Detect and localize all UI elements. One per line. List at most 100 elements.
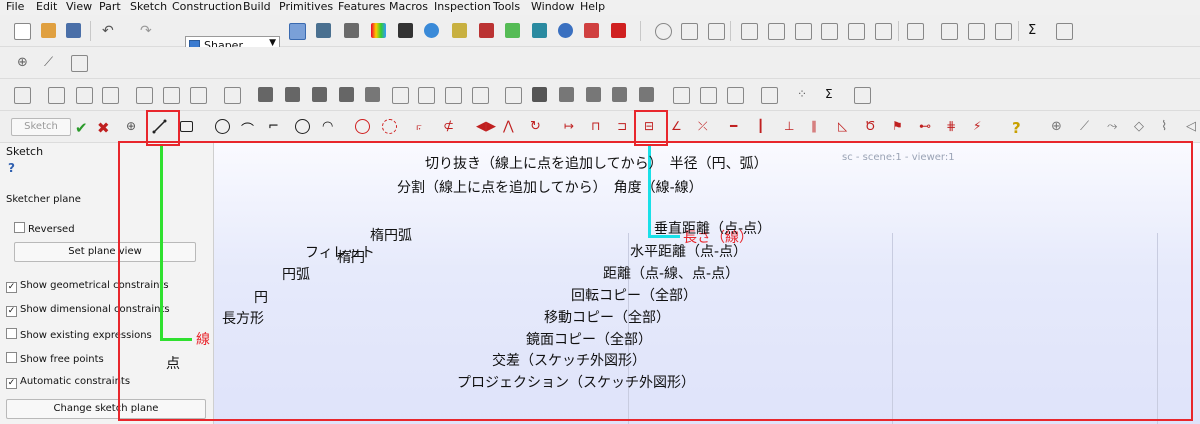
angle-tool-icon[interactable]: ∠ — [671, 119, 686, 134]
link-icon[interactable] — [611, 23, 626, 38]
align-icon[interactable] — [768, 23, 785, 40]
fillet-tool-icon[interactable]: ⌐ — [268, 119, 283, 134]
fix-constraint-icon[interactable]: ⚑ — [892, 119, 907, 134]
save-icon[interactable] — [66, 23, 81, 38]
sew-icon[interactable] — [761, 87, 778, 104]
fillet-solid-icon[interactable] — [224, 87, 241, 104]
gear-part-icon[interactable] — [344, 23, 359, 38]
reversed-checkbox[interactable]: Reversed — [14, 222, 75, 235]
anchor-icon[interactable] — [71, 55, 88, 72]
loft-icon[interactable] — [163, 87, 180, 104]
axis-line-icon[interactable]: ⟋ — [1080, 119, 1095, 134]
sum-icon[interactable]: Σ — [1028, 23, 1043, 38]
face-icon[interactable] — [559, 87, 574, 102]
cube-icon[interactable] — [505, 23, 520, 38]
arc-tool-icon[interactable]: ⌒ — [241, 119, 256, 138]
checkbox-unchecked-icon[interactable] — [6, 328, 17, 339]
array-icon[interactable] — [875, 23, 892, 40]
circle-construction-icon[interactable] — [355, 119, 370, 134]
export-icon[interactable] — [968, 23, 985, 40]
surface-icon[interactable] — [727, 87, 744, 104]
menu-features[interactable]: Features — [338, 0, 385, 14]
target-icon[interactable]: ⊕ — [17, 55, 32, 70]
reversed-checkbox-box[interactable] — [14, 222, 25, 233]
flag-icon[interactable] — [479, 23, 494, 38]
download-icon[interactable] — [995, 23, 1012, 40]
lasso-icon[interactable] — [854, 87, 871, 104]
polyline-icon[interactable]: ◇ — [1134, 119, 1149, 134]
sketch-mode-icon[interactable] — [289, 23, 306, 40]
copy-icon[interactable] — [681, 23, 698, 40]
split-icon[interactable] — [365, 87, 380, 102]
angle-constraint-icon[interactable]: ◺ — [838, 119, 853, 134]
sketch-button[interactable]: Sketch — [11, 118, 71, 136]
vertical-distance-icon[interactable]: ⊐ — [617, 119, 632, 134]
horizontal-constraint-icon[interactable]: ━ — [730, 119, 745, 134]
rotate-copy-tool-icon[interactable]: ↻ — [530, 119, 545, 134]
wire-icon[interactable] — [673, 87, 690, 104]
slice-icon[interactable] — [418, 87, 435, 104]
symmetric-constraint-icon[interactable]: ⚡ — [973, 119, 988, 134]
horizontal-distance-icon[interactable]: ⊓ — [591, 119, 606, 134]
menu-inspection[interactable]: Inspection — [434, 0, 491, 14]
close-icon[interactable]: ✖ — [97, 119, 112, 137]
parallel-constraint-icon[interactable]: ∥ — [811, 119, 826, 134]
help-icon[interactable]: ? — [1012, 119, 1027, 137]
menu-tools[interactable]: Tools — [493, 0, 520, 14]
car-icon[interactable] — [136, 87, 153, 104]
extrude-icon[interactable] — [48, 87, 65, 104]
menu-sketch[interactable]: Sketch — [130, 0, 167, 14]
table-icon[interactable] — [1056, 23, 1073, 40]
boolean-common-icon[interactable] — [312, 87, 327, 102]
dimension-icon[interactable] — [907, 23, 924, 40]
import-icon[interactable] — [941, 23, 958, 40]
open-file-icon[interactable] — [41, 23, 56, 38]
globe-icon[interactable] — [424, 23, 439, 38]
revolve-icon[interactable] — [76, 87, 93, 104]
menu-construction[interactable]: Construction — [172, 0, 242, 14]
spline-icon[interactable]: ⤳ — [1107, 119, 1122, 134]
ellipse-tool-icon[interactable] — [295, 119, 310, 134]
circle-tool-icon[interactable] — [215, 119, 230, 134]
menu-help[interactable]: Help — [580, 0, 605, 14]
blocks-icon[interactable] — [398, 23, 413, 38]
checkbox-checked-icon[interactable]: ✓ — [6, 378, 17, 389]
show-free-points-checkbox[interactable]: Show free points — [6, 352, 104, 365]
intersect-tool-icon[interactable]: ⊄ — [443, 119, 458, 134]
shell2-icon[interactable] — [700, 87, 717, 104]
rectangle-tool-icon[interactable] — [180, 121, 193, 132]
equal-constraint-icon[interactable]: ⋕ — [946, 119, 961, 134]
projection-tool-icon[interactable]: ⟔ — [416, 119, 431, 134]
explode-icon[interactable] — [472, 87, 489, 104]
perpendicular-constraint-icon[interactable]: ⊥ — [784, 119, 799, 134]
rotate-icon[interactable] — [14, 87, 31, 104]
help-question-icon[interactable]: ? — [8, 161, 15, 175]
gear-icon[interactable] — [655, 23, 672, 40]
trash-icon[interactable] — [708, 23, 725, 40]
undo-icon[interactable]: ↶ — [102, 23, 117, 39]
settings-icon[interactable] — [558, 23, 573, 38]
shell-icon[interactable] — [190, 87, 207, 104]
menu-build[interactable]: Build — [243, 0, 271, 14]
elliptic-arc-tool-icon[interactable]: ◠ — [322, 119, 337, 134]
edge-icon[interactable] — [586, 87, 601, 102]
boolean-fuse-icon[interactable] — [339, 87, 354, 102]
tangent-constraint-icon[interactable]: Ծ — [865, 119, 880, 134]
sweep-icon[interactable] — [102, 87, 119, 104]
distance-tool-icon[interactable]: ↦ — [564, 119, 579, 134]
scroll-icon[interactable] — [452, 23, 467, 38]
boolean-cut-icon[interactable] — [285, 87, 300, 102]
compound-icon[interactable] — [445, 87, 462, 104]
automatic-constraints-checkbox[interactable]: ✓ Automatic constraints — [6, 376, 130, 389]
solid-icon[interactable] — [639, 87, 654, 102]
checkbox-checked-icon[interactable]: ✓ — [6, 306, 17, 317]
texture-icon[interactable] — [532, 87, 547, 102]
vertex-icon[interactable] — [612, 87, 627, 102]
measure-icon[interactable] — [741, 23, 758, 40]
move-tool-icon[interactable]: ⋀ — [503, 119, 518, 134]
menu-part[interactable]: Part — [99, 0, 121, 14]
checkbox-checked-icon[interactable]: ✓ — [6, 282, 17, 293]
distribute-icon[interactable] — [795, 23, 812, 40]
menu-view[interactable]: View — [66, 0, 92, 14]
tool-icon[interactable] — [584, 23, 599, 38]
